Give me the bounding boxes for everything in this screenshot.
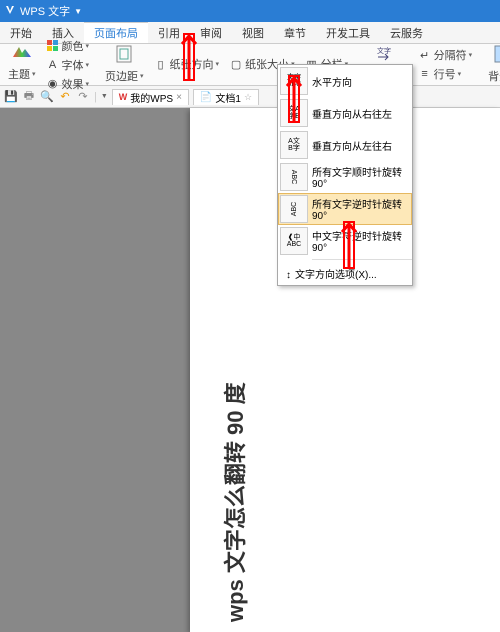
mywps-tab[interactable]: W 我的WPS × bbox=[112, 89, 189, 105]
breaks-button[interactable]: ↵分隔符▾ bbox=[416, 46, 475, 64]
breaks-icon: ↵ bbox=[418, 48, 432, 62]
margin-button[interactable]: 页边距▾ bbox=[103, 67, 146, 85]
orient-icon: ▯ bbox=[154, 57, 168, 71]
doc-icon: 📄 bbox=[200, 92, 212, 103]
bg-icon bbox=[494, 45, 500, 66]
qat-print-icon[interactable]: 🖶 bbox=[22, 90, 36, 104]
qat-dropdown-icon[interactable]: ▼ bbox=[101, 93, 108, 100]
document-text: wps 文字怎么翻转 90 度 bbox=[218, 382, 250, 622]
dd-icon-cw: ABC bbox=[280, 163, 308, 191]
effect-icon: ◉ bbox=[46, 77, 60, 91]
color-icon bbox=[46, 39, 60, 53]
dd-icon-cn-ccw: ❰中ABC bbox=[280, 227, 308, 255]
tab-home[interactable]: 开始 bbox=[0, 22, 42, 43]
tab-section[interactable]: 章节 bbox=[274, 22, 316, 43]
theme-icon bbox=[13, 47, 31, 64]
bg-button[interactable]: 背景▾ bbox=[486, 67, 500, 85]
tab-cloud[interactable]: 云服务 bbox=[380, 22, 433, 43]
arrow-to-tab bbox=[178, 22, 200, 82]
title-bar: WPS 文字 ▼ bbox=[0, 0, 500, 22]
theme-button[interactable]: 主题▾ bbox=[6, 65, 38, 83]
qat-save-icon[interactable]: 💾 bbox=[4, 90, 18, 104]
ribbon: 主题▾ 颜色▾ A字体▾ ◉效果▾ 页边距▾ ▯纸张方向▾ ▢纸张大小▾ ▥分栏… bbox=[0, 44, 500, 86]
tab-devtools[interactable]: 开发工具 bbox=[316, 22, 380, 43]
linenum-button[interactable]: ≡行号▾ bbox=[416, 65, 475, 83]
textdir-icon: 文字 bbox=[375, 45, 391, 66]
font-button[interactable]: A字体▾ bbox=[44, 56, 92, 74]
color-button[interactable]: 颜色▾ bbox=[44, 37, 92, 55]
wps-logo-icon: W bbox=[119, 92, 128, 102]
qat-preview-icon[interactable]: 🔍 bbox=[40, 90, 54, 104]
tab-page-layout[interactable]: 页面布局 bbox=[84, 22, 148, 43]
margin-icon bbox=[116, 45, 132, 66]
qat-undo-icon[interactable]: ↶ bbox=[58, 90, 72, 104]
tab-view[interactable]: 视图 bbox=[232, 22, 274, 43]
app-logo-icon bbox=[4, 4, 16, 19]
dd-rotate-cw[interactable]: ABC所有文字顺时针旋转90° bbox=[278, 161, 412, 193]
app-title: WPS 文字 bbox=[20, 3, 70, 19]
title-dropdown-icon[interactable]: ▼ bbox=[74, 7, 82, 16]
dd-icon-vert-ltr: A文B字 bbox=[280, 131, 308, 159]
dd-icon-ccw: ABC bbox=[280, 195, 308, 223]
doc-star-icon[interactable]: ☆ bbox=[244, 92, 252, 103]
document-tab[interactable]: 📄 文档1 ☆ bbox=[193, 89, 259, 105]
font-icon: A bbox=[46, 58, 60, 72]
dd-vert-ltr[interactable]: A文B字垂直方向从左往右 bbox=[278, 129, 412, 161]
qat-redo-icon[interactable]: ↷ bbox=[76, 90, 90, 104]
svg-text:文字: 文字 bbox=[377, 46, 391, 55]
arrow-to-textdir bbox=[283, 64, 305, 124]
arrow-to-selection bbox=[338, 210, 360, 270]
linenum-icon: ≡ bbox=[418, 67, 432, 81]
workspace: wps 文字怎么翻转 90 度 bbox=[0, 108, 500, 632]
close-icon[interactable]: × bbox=[176, 92, 182, 103]
size-icon: ▢ bbox=[229, 57, 243, 71]
